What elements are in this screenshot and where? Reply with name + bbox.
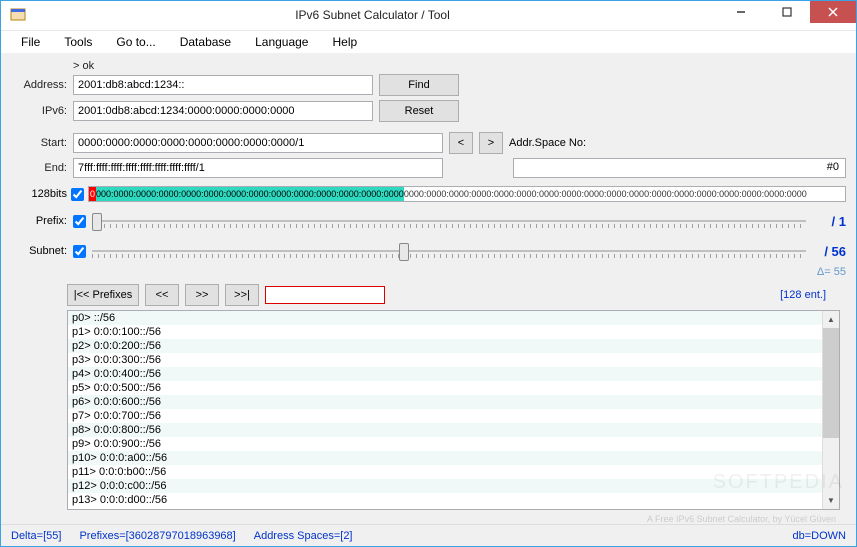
bits-red: 0 [89, 187, 96, 201]
subnet-thumb[interactable] [399, 243, 409, 261]
menu-language[interactable]: Language [245, 33, 318, 51]
list-item[interactable]: p5> 0:0:0:500::/56 [68, 381, 822, 395]
page-fwd-button[interactable]: >> [185, 284, 219, 306]
maximize-button[interactable] [764, 1, 810, 23]
list-item[interactable]: p6> 0:0:0:600::/56 [68, 395, 822, 409]
list-items[interactable]: p0> ::/56p1> 0:0:0:100::/56p2> 0:0:0:200… [68, 311, 822, 509]
label-end: End: [11, 162, 67, 174]
list-item[interactable]: p12> 0:0:0:c00::/56 [68, 479, 822, 493]
label-addrspace: Addr.Space No: [509, 137, 586, 149]
addrspace-value: #0 [513, 158, 846, 178]
status-ok: > ok [73, 60, 846, 72]
subnet-value: / 56 [812, 244, 846, 259]
list-item[interactable]: p9> 0:0:0:900::/56 [68, 437, 822, 451]
list-item[interactable]: p13> 0:0:0:d00::/56 [68, 493, 822, 507]
status-addrspaces: Address Spaces=[2] [254, 530, 353, 542]
content: > ok Address: Find IPv6: Reset Start: < … [1, 54, 856, 524]
menu-file[interactable]: File [11, 33, 50, 51]
page-back-button[interactable]: << [145, 284, 179, 306]
close-button[interactable] [810, 1, 856, 23]
label-128bits: 128bits [11, 188, 67, 200]
prev-button[interactable]: < [449, 132, 473, 154]
status-delta: Delta=[55] [11, 530, 61, 542]
label-subnet: Subnet: [11, 245, 67, 257]
subnet-checkbox[interactable] [73, 245, 86, 258]
reset-button[interactable]: Reset [379, 100, 459, 122]
status-db: db=DOWN [793, 530, 847, 542]
list-item[interactable]: p10> 0:0:0:a00::/56 [68, 451, 822, 465]
statusbar: Delta=[55] Prefixes=[36028797018963968] … [1, 524, 856, 546]
status-prefixes: Prefixes=[36028797018963968] [79, 530, 235, 542]
list-item[interactable]: p7> 0:0:0:700::/56 [68, 409, 822, 423]
find-button[interactable]: Find [379, 74, 459, 96]
list-item[interactable]: p8> 0:0:0:800::/56 [68, 423, 822, 437]
list-item[interactable]: p11> 0:0:0:b00::/56 [68, 465, 822, 479]
app-icon [9, 6, 27, 24]
scrollbar[interactable]: ▲ ▼ [822, 311, 839, 509]
start-input[interactable] [73, 133, 443, 153]
prefix-list: p0> ::/56p1> 0:0:0:100::/56p2> 0:0:0:200… [67, 310, 840, 510]
ipv6-input[interactable] [73, 101, 373, 121]
window-title: IPv6 Subnet Calculator / Tool [27, 8, 718, 22]
scroll-handle[interactable] [823, 328, 839, 438]
label-ipv6: IPv6: [11, 105, 67, 117]
list-item[interactable]: p3> 0:0:0:300::/56 [68, 353, 822, 367]
menubar: File Tools Go to... Database Language He… [1, 31, 856, 55]
prefix-thumb[interactable] [92, 213, 102, 231]
menu-goto[interactable]: Go to... [106, 33, 165, 51]
list-item[interactable]: p2> 0:0:0:200::/56 [68, 339, 822, 353]
menu-database[interactable]: Database [170, 33, 241, 51]
end-input[interactable] [73, 158, 443, 178]
first-prefixes-button[interactable]: |<< Prefixes [67, 284, 139, 306]
scroll-up-icon[interactable]: ▲ [823, 311, 839, 328]
bits-display: 0000:0000:0000:0000:0000:0000:0000:0000:… [88, 186, 846, 202]
titlebar: IPv6 Subnet Calculator / Tool [1, 1, 856, 31]
window-controls [718, 1, 856, 30]
list-item[interactable]: p0> ::/56 [68, 311, 822, 325]
entry-count: [128 ent.] [780, 289, 826, 301]
bits-checkbox[interactable] [71, 188, 84, 201]
prefix-slider[interactable] [92, 208, 806, 234]
minimize-button[interactable] [718, 1, 764, 23]
delta-value: Δ= 55 [11, 266, 846, 278]
scroll-down-icon[interactable]: ▼ [823, 492, 839, 509]
label-start: Start: [11, 137, 67, 149]
list-item[interactable]: p4> 0:0:0:400::/56 [68, 367, 822, 381]
address-input[interactable] [73, 75, 373, 95]
subnet-slider[interactable] [92, 238, 806, 264]
goto-input[interactable] [265, 286, 385, 304]
menu-help[interactable]: Help [322, 33, 367, 51]
bits-rest: 0000:0000:0000:0000:0000:0000:0000:0000:… [404, 187, 807, 201]
label-prefix: Prefix: [11, 215, 67, 227]
list-item[interactable]: p1> 0:0:0:100::/56 [68, 325, 822, 339]
footer-note: A Free IPv6 Subnet Calculator, by Yücel … [11, 514, 836, 524]
page-last-button[interactable]: >>| [225, 284, 259, 306]
prefix-checkbox[interactable] [73, 215, 86, 228]
prefix-value: / 1 [812, 214, 846, 229]
menu-tools[interactable]: Tools [54, 33, 102, 51]
label-address: Address: [11, 79, 67, 91]
next-button[interactable]: > [479, 132, 503, 154]
bits-teal: 000:0000:0000:0000:0000:0000:0000:0000:0… [96, 187, 404, 201]
